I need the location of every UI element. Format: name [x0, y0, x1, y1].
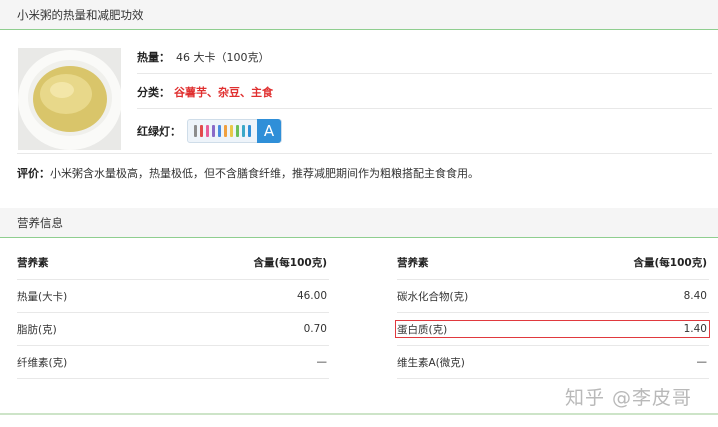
- header-nutrient: 营养素: [397, 257, 429, 269]
- nutrition-table-left: 营养素 含量(每100克) 热量(大卡) 46.00 脂肪(克) 0.70 纤维…: [17, 246, 329, 379]
- nutrient-value: 46.00: [296, 290, 327, 302]
- table-row: 纤维素(克) —: [17, 346, 329, 379]
- nutrient-name: 脂肪(克): [17, 323, 57, 336]
- food-photo: [18, 48, 121, 150]
- section-title-calories: 小米粥的热量和减肥功效: [0, 0, 718, 30]
- table-row: 脂肪(克) 0.70: [17, 313, 329, 346]
- evaluation-label: 评价：: [17, 166, 50, 180]
- section-title-nutrition: 营养信息: [0, 208, 718, 238]
- header-nutrient: 营养素: [17, 257, 49, 269]
- nutrition-table-right: 营养素 含量(每100克) 碳水化合物(克) 8.40 蛋白质(克) 1.40 …: [395, 246, 710, 379]
- table-row: 碳水化合物(克) 8.40: [397, 280, 709, 313]
- calories-value: 46 大卡（100克）: [176, 50, 270, 64]
- category-row: 分类： 谷薯芋、杂豆、主食: [137, 75, 712, 109]
- traffic-light-bar: [212, 125, 215, 137]
- table-row: 维生素A(微克) —: [397, 346, 709, 379]
- calories-row: 热量： 46 大卡（100克）: [137, 40, 712, 74]
- traffic-light-bar: [218, 125, 221, 137]
- traffic-light-row: 红绿灯： A: [137, 114, 712, 148]
- calories-label: 热量：: [137, 50, 170, 64]
- table-header: 营养素 含量(每100克): [397, 246, 709, 280]
- table-row: 热量(大卡) 46.00: [17, 280, 329, 313]
- grade-badge: A: [257, 119, 281, 143]
- nutrient-name: 热量(大卡): [17, 290, 68, 303]
- nutrient-value: 1.40: [683, 323, 707, 335]
- category-label: 分类：: [137, 85, 170, 99]
- nutrient-name: 碳水化合物(克): [397, 290, 469, 303]
- traffic-light-bar: [194, 125, 197, 137]
- nutrient-value: 8.40: [683, 290, 707, 302]
- header-amount: 含量(每100克): [633, 257, 707, 269]
- nutrient-value: —: [696, 356, 708, 368]
- table-row-highlighted: 蛋白质(克) 1.40: [395, 313, 710, 346]
- traffic-light-bar: [224, 125, 227, 137]
- nutrient-name: 纤维素(克): [17, 356, 68, 369]
- traffic-light-bar: [206, 125, 209, 137]
- traffic-light-indicator: A: [187, 119, 282, 143]
- zhihu-watermark: 知乎 @李皮哥: [565, 387, 693, 409]
- header-amount: 含量(每100克): [253, 257, 327, 269]
- evaluation-row: 评价： 小米粥含水量极高，热量极低，但不含膳食纤维，推荐减肥期间作为粗粮搭配主食…: [17, 153, 712, 191]
- evaluation-text: 小米粥含水量极高，热量极低，但不含膳食纤维，推荐减肥期间作为粗粮搭配主食食用。: [50, 166, 479, 180]
- traffic-light-bars: [194, 125, 251, 137]
- traffic-light-bar: [200, 125, 203, 137]
- nutrient-value: —: [316, 356, 328, 368]
- bottom-divider: [0, 413, 718, 415]
- traffic-light-bar: [248, 125, 251, 137]
- traffic-light-label: 红绿灯：: [137, 125, 181, 138]
- traffic-light-bar: [236, 125, 239, 137]
- category-link[interactable]: 谷薯芋、杂豆、主食: [174, 84, 273, 100]
- table-header: 营养素 含量(每100克): [17, 246, 329, 280]
- nutrient-name: 蛋白质(克): [397, 323, 448, 336]
- traffic-light-bar: [230, 125, 233, 137]
- nutrient-name: 维生素A(微克): [397, 356, 465, 369]
- traffic-light-bar: [242, 125, 245, 137]
- nutrient-value: 0.70: [303, 323, 327, 335]
